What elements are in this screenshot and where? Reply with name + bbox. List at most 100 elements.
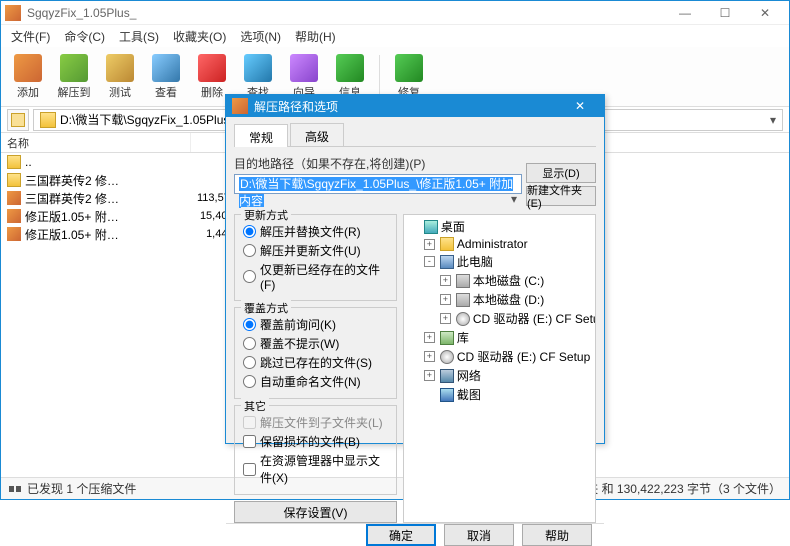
tree-node[interactable]: + 网络 xyxy=(406,366,593,385)
folder-icon xyxy=(7,173,21,187)
tree-node[interactable]: 截图 xyxy=(406,385,593,404)
menu-item-5[interactable]: 帮助(H) xyxy=(289,26,342,47)
tree-node[interactable]: + 本地磁盘 (C:) xyxy=(406,271,593,290)
group-misc-title: 其它 xyxy=(241,398,269,414)
cd-icon xyxy=(440,350,454,364)
toolbar-test[interactable]: 测试 xyxy=(99,50,141,104)
upd-option-1[interactable]: 解压并更新文件(U) xyxy=(243,242,388,259)
expand-icon[interactable]: - xyxy=(424,256,435,267)
toolbar-extract[interactable]: 解压到 xyxy=(53,50,95,104)
dest-label: 目的地路径（如果不存在,将创建)(P) xyxy=(234,155,522,172)
upd-option-0[interactable]: 解压并替换文件(R) xyxy=(243,223,388,240)
menu-item-1[interactable]: 命令(C) xyxy=(58,26,111,47)
find-icon xyxy=(244,54,272,82)
misc-option-2[interactable]: 在资源管理器中显示文件(X) xyxy=(243,452,388,486)
menu-item-3[interactable]: 收藏夹(O) xyxy=(167,26,232,47)
dialog-tabs: 常规 高级 xyxy=(234,123,596,147)
cancel-button[interactable]: 取消 xyxy=(444,524,514,546)
file-name: 三国群英传2 修… xyxy=(25,190,119,207)
tree-label: CD 驱动器 (E:) CF Setup xyxy=(473,310,596,327)
tree-node[interactable]: +Administrator xyxy=(406,236,593,252)
ovr-option-1[interactable]: 覆盖不提示(W) xyxy=(243,335,388,352)
folder-icon xyxy=(7,155,21,169)
display-button[interactable]: 显示(D) xyxy=(526,163,596,183)
tree-node[interactable]: -此电脑 xyxy=(406,252,593,271)
minimize-button[interactable]: — xyxy=(665,2,705,24)
expand-icon[interactable]: + xyxy=(440,275,451,286)
maximize-button[interactable]: ☐ xyxy=(705,2,745,24)
titlebar: SgqyzFix_1.05Plus_ — ☐ ✕ xyxy=(1,1,789,25)
disk-icon xyxy=(456,293,470,307)
toolbar-label: 解压到 xyxy=(58,84,91,100)
test-icon xyxy=(106,54,134,82)
desk-icon xyxy=(424,220,438,234)
upd-option-2[interactable]: 仅更新已经存在的文件(F) xyxy=(243,261,388,292)
file-name: .. xyxy=(25,155,32,169)
info-icon xyxy=(336,54,364,82)
toolbar-view[interactable]: 查看 xyxy=(145,50,187,104)
dialog-icon xyxy=(232,98,248,114)
ok-button[interactable]: 确定 xyxy=(366,524,436,546)
up-icon xyxy=(11,113,25,127)
save-settings-button[interactable]: 保存设置(V) xyxy=(234,501,397,523)
menu-item-0[interactable]: 文件(F) xyxy=(5,26,56,47)
folder-tree[interactable]: 桌面+Administrator-此电脑 + 本地磁盘 (C:) + 本地磁盘 (D:)… xyxy=(403,214,596,523)
zip-icon xyxy=(7,227,21,241)
tree-node[interactable]: + CD 驱动器 (E:) CF Setup xyxy=(406,347,593,366)
lib-icon xyxy=(440,331,454,345)
tree-label: 本地磁盘 (D:) xyxy=(473,291,544,308)
expand-icon[interactable]: + xyxy=(424,370,435,381)
window-title: SgqyzFix_1.05Plus_ xyxy=(27,6,665,20)
zip-icon xyxy=(7,191,21,205)
new-folder-button[interactable]: 新建文件夹(E) xyxy=(526,186,596,206)
group-update-title: 更新方式 xyxy=(241,207,291,223)
zip-icon xyxy=(7,209,21,223)
misc-option-0: 解压文件到子文件夹(L) xyxy=(243,414,388,431)
tab-advanced[interactable]: 高级 xyxy=(290,123,344,146)
tree-label: 截图 xyxy=(457,386,481,403)
group-overwrite: 覆盖方式 覆盖前询问(K)覆盖不提示(W)跳过已存在的文件(S)自动重命名文件(… xyxy=(234,307,397,399)
menu-item-4[interactable]: 选项(N) xyxy=(234,26,287,47)
expand-icon[interactable]: + xyxy=(424,351,435,362)
tree-label: 网络 xyxy=(457,367,481,384)
help-button[interactable]: 帮助 xyxy=(522,524,592,546)
view-icon xyxy=(152,54,180,82)
dest-path-input[interactable]: D:\微当下载\SgqyzFix_1.05Plus_\修正版1.05+ 附加内容… xyxy=(234,174,522,194)
dialog-close-button[interactable]: ✕ xyxy=(562,95,598,117)
expand-icon[interactable]: + xyxy=(440,313,451,324)
expand-icon[interactable]: + xyxy=(440,294,451,305)
tree-label: 桌面 xyxy=(441,218,465,235)
expand-icon[interactable]: + xyxy=(424,332,435,343)
tree-label: 库 xyxy=(457,329,469,346)
pic-icon xyxy=(440,388,454,402)
toolbar-add[interactable]: 添加 xyxy=(7,50,49,104)
pc-icon xyxy=(440,255,454,269)
ovr-option-3[interactable]: 自动重命名文件(N) xyxy=(243,373,388,390)
tree-label: 本地磁盘 (C:) xyxy=(473,272,544,289)
file-name: 修正版1.05+ 附… xyxy=(25,226,119,243)
status-left: 已发现 1 个压缩文件 xyxy=(27,480,136,497)
tree-node[interactable]: + 本地磁盘 (D:) xyxy=(406,290,593,309)
tree-node[interactable]: + CD 驱动器 (E:) CF Setup xyxy=(406,309,593,328)
folder-icon xyxy=(40,112,56,128)
disk-icon xyxy=(456,274,470,288)
misc-option-1[interactable]: 保留损坏的文件(B) xyxy=(243,433,388,450)
app-icon xyxy=(5,5,21,21)
dialog-title: 解压路径和选项 xyxy=(254,98,562,115)
col-name[interactable]: 名称 xyxy=(1,133,191,152)
ovr-option-0[interactable]: 覆盖前询问(K) xyxy=(243,316,388,333)
tree-node[interactable]: 桌面 xyxy=(406,217,593,236)
toolbar-label: 查看 xyxy=(155,84,177,100)
group-misc: 其它 解压文件到子文件夹(L)保留损坏的文件(B)在资源管理器中显示文件(X) xyxy=(234,405,397,495)
ovr-option-2[interactable]: 跳过已存在的文件(S) xyxy=(243,354,388,371)
tab-general[interactable]: 常规 xyxy=(234,124,288,147)
net-icon xyxy=(440,369,454,383)
tree-node[interactable]: +库 xyxy=(406,328,593,347)
tree-label: CD 驱动器 (E:) CF Setup xyxy=(457,348,590,365)
close-button[interactable]: ✕ xyxy=(745,2,785,24)
toolbar-label: 测试 xyxy=(109,84,131,100)
expand-icon[interactable]: + xyxy=(424,239,435,250)
group-update: 更新方式 解压并替换文件(R)解压并更新文件(U)仅更新已经存在的文件(F) xyxy=(234,214,397,301)
up-button[interactable] xyxy=(7,109,29,131)
menu-item-2[interactable]: 工具(S) xyxy=(113,26,165,47)
